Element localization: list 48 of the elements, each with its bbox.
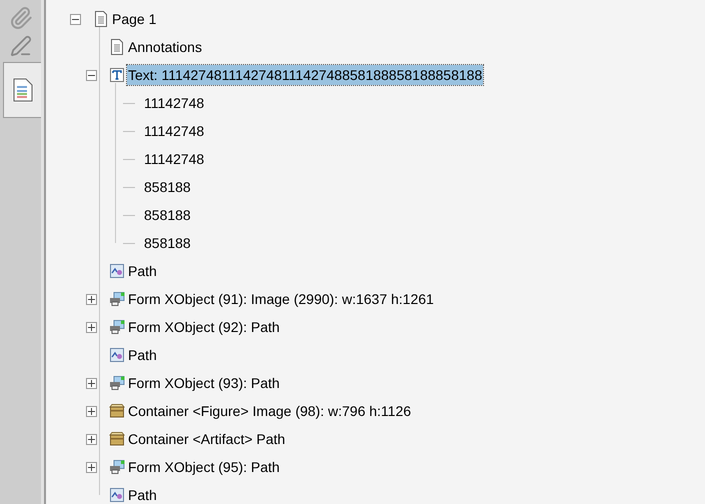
tree-item[interactable]: Form XObject (93): Path [127,373,281,393]
printer-icon [108,376,124,390]
tree-connector [122,242,134,244]
page-icon [110,39,122,55]
pen-icon [10,35,32,57]
tree-item[interactable]: Form XObject (92): Path [127,317,281,337]
collapse-toggle[interactable] [86,70,97,80]
tree-connector [122,186,134,188]
tree-item[interactable]: Text: 111427481114274811142748858188858188858188 [127,65,484,85]
sidebar-tab[interactable] [3,62,41,118]
tree-item[interactable]: Annotations [127,37,203,57]
tree-item[interactable]: Page 1 [111,9,158,29]
tree-connector [122,158,134,160]
expand-toggle[interactable] [86,406,97,416]
printer-icon [108,320,124,334]
document-icon [12,78,32,102]
tree-item[interactable]: Form XObject (91): Image (2990): w:1637 h:1261 [127,289,435,309]
tree-item[interactable]: Path [127,345,158,365]
tree-item[interactable]: Form XObject (95): Path [127,457,281,477]
page-icon [94,11,106,27]
collapse-toggle[interactable] [70,14,81,24]
tree-connector [122,214,134,216]
printer-icon [108,292,124,306]
printer-icon [108,460,124,474]
tree-item[interactable]: 858188 [143,177,192,197]
tree-item[interactable]: Path [127,261,158,281]
tree-item[interactable]: 11142748 [143,121,206,141]
tree-item[interactable]: 11142748 [143,93,206,113]
box-icon [108,404,124,418]
tree-item[interactable]: 858188 [143,233,192,253]
tree-item[interactable]: Path [127,485,158,504]
expand-toggle[interactable] [86,294,97,304]
box-icon [108,432,124,446]
tree-item[interactable]: Container <Artifact> Path [127,429,286,449]
tree-item[interactable]: 11142748 [143,149,206,169]
tree-item[interactable]: 858188 [143,205,192,225]
text-icon [110,68,124,82]
expand-toggle[interactable] [86,322,97,332]
expand-toggle[interactable] [86,434,97,444]
tree-item[interactable]: Container <Figure> Image (98): w:796 h:1126 [127,401,412,421]
path-icon [110,264,124,278]
tree-connector [122,102,134,104]
expand-toggle[interactable] [86,462,97,472]
path-icon [110,488,124,502]
path-icon [110,348,124,362]
tree-connector [122,130,134,132]
expand-toggle[interactable] [86,378,97,388]
paperclip-icon [8,6,32,30]
